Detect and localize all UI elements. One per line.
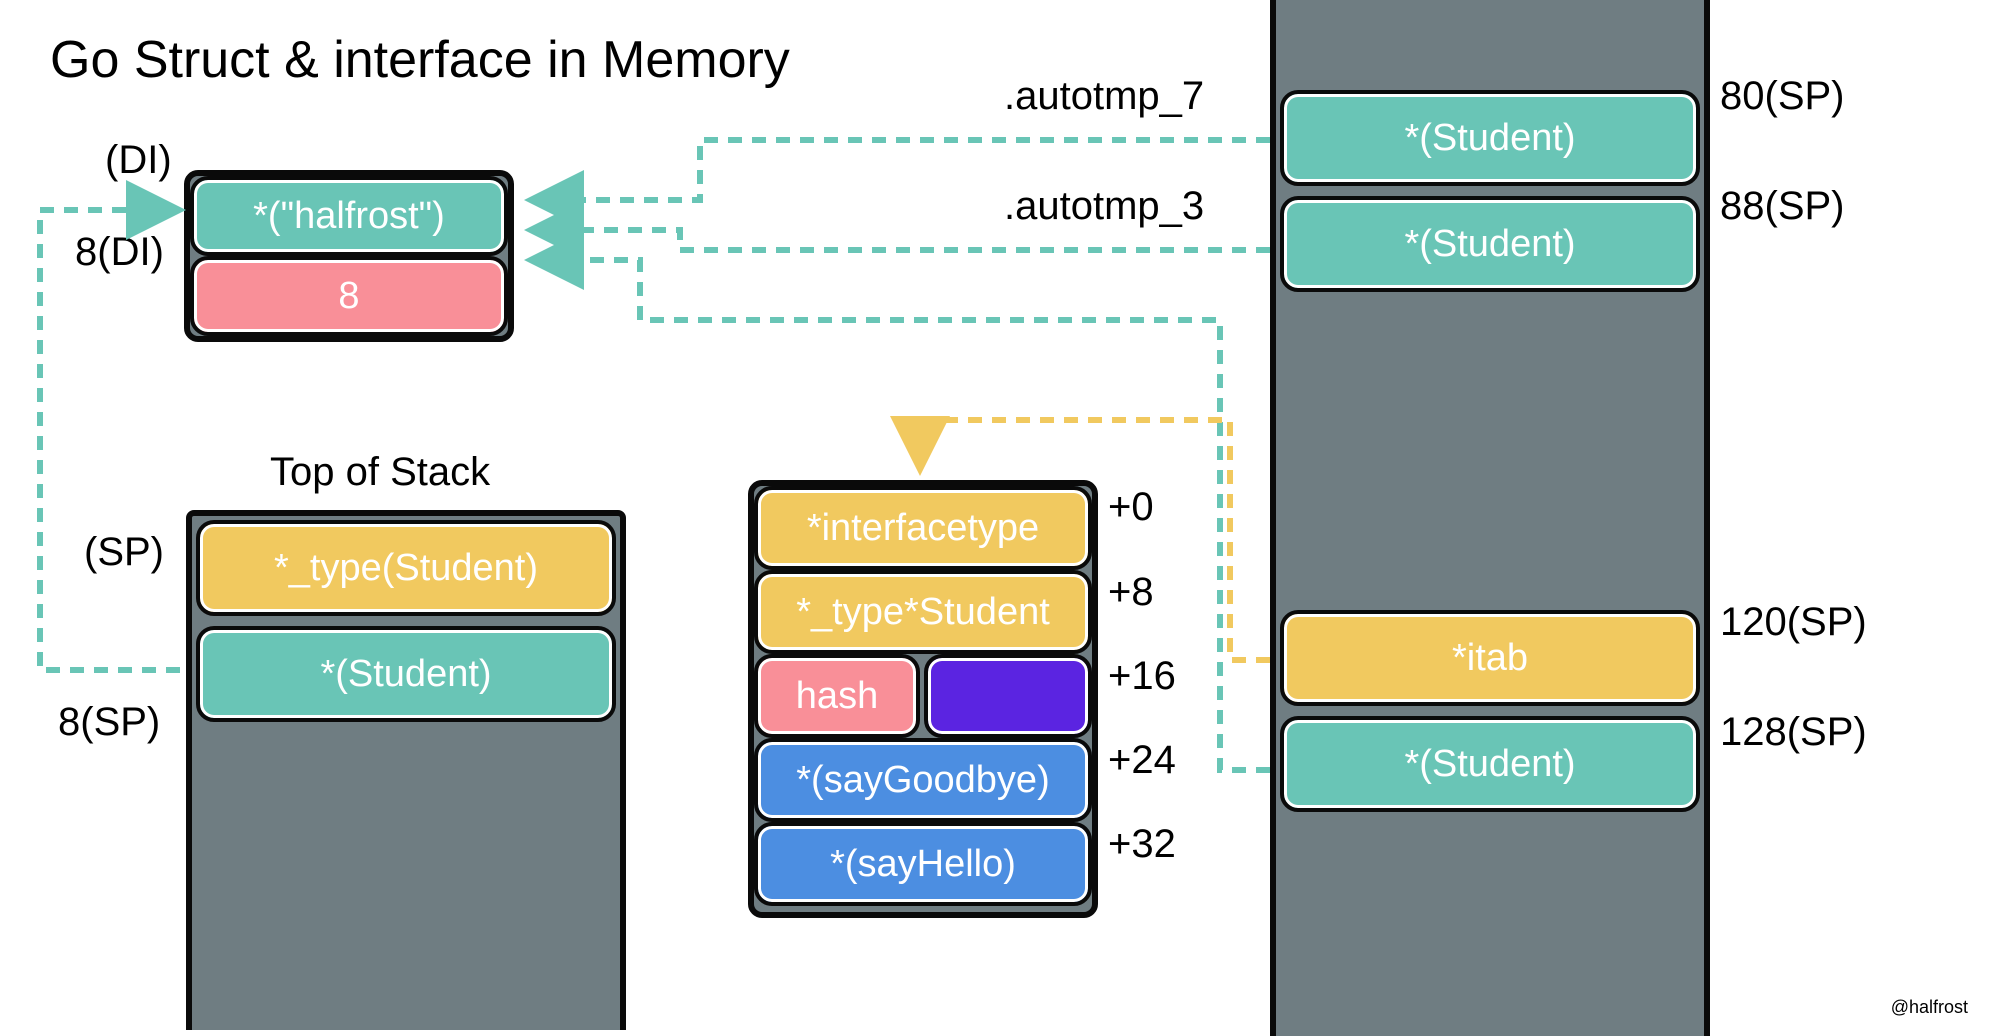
- itab-sayhello: *(sayHello): [754, 822, 1092, 906]
- di-cell-8: 8: [190, 256, 508, 336]
- autotmp7-label: .autotmp_7: [1004, 74, 1204, 119]
- left-stack-column: *_type(Student) *(Student): [186, 510, 626, 1030]
- di-label-top: (DI): [105, 138, 172, 183]
- right-cell-88: *(Student): [1280, 196, 1700, 292]
- arrow-8sp-to-halfrost: [40, 210, 180, 670]
- itab-saygoodbye: *(sayGoodbye): [754, 738, 1092, 822]
- itab-offset-32: +32: [1108, 822, 1176, 867]
- sp80-label: 80(SP): [1720, 74, 1845, 119]
- itab-interfacetype: *interfacetype: [754, 486, 1092, 570]
- di-label-bottom: 8(DI): [75, 230, 164, 275]
- stack-cell-type-student: *_type(Student): [196, 520, 616, 616]
- itab-offset-24: +24: [1108, 738, 1176, 783]
- stack-cell-student-ptr: *(Student): [196, 626, 616, 722]
- itab-offset-8: +8: [1108, 570, 1154, 615]
- sp88-label: 88(SP): [1720, 184, 1845, 229]
- stack-title: Top of Stack: [270, 450, 490, 495]
- di-cell-halfrost: *("halfrost"): [190, 176, 508, 256]
- autotmp3-label: .autotmp_3: [1004, 184, 1204, 229]
- right-cell-80: *(Student): [1280, 90, 1700, 186]
- stack-sp-label: (SP): [84, 530, 164, 575]
- right-cell-120: *itab: [1280, 610, 1700, 706]
- right-cell-128: *(Student): [1280, 716, 1700, 812]
- watermark: @halfrost: [1891, 997, 1968, 1018]
- right-column: *(Student) *(Student) *itab *(Student): [1270, 0, 1710, 1036]
- itab-padding: [924, 654, 1092, 738]
- itab-container: *interfacetype *_type*Student hash *(say…: [748, 480, 1098, 918]
- di-box-container: *("halfrost") 8: [184, 170, 514, 342]
- itab-offset-0: +0: [1108, 485, 1154, 530]
- itab-hash: hash: [754, 654, 920, 738]
- stack-8sp-label: 8(SP): [58, 700, 160, 745]
- sp120-label: 120(SP): [1720, 600, 1867, 645]
- arrow-autotmp3-to-halfrost: [530, 230, 1270, 250]
- sp128-label: 128(SP): [1720, 710, 1867, 755]
- diagram-title: Go Struct & interface in Memory: [50, 30, 790, 90]
- itab-type-student: *_type*Student: [754, 570, 1092, 654]
- itab-offset-16: +16: [1108, 654, 1176, 699]
